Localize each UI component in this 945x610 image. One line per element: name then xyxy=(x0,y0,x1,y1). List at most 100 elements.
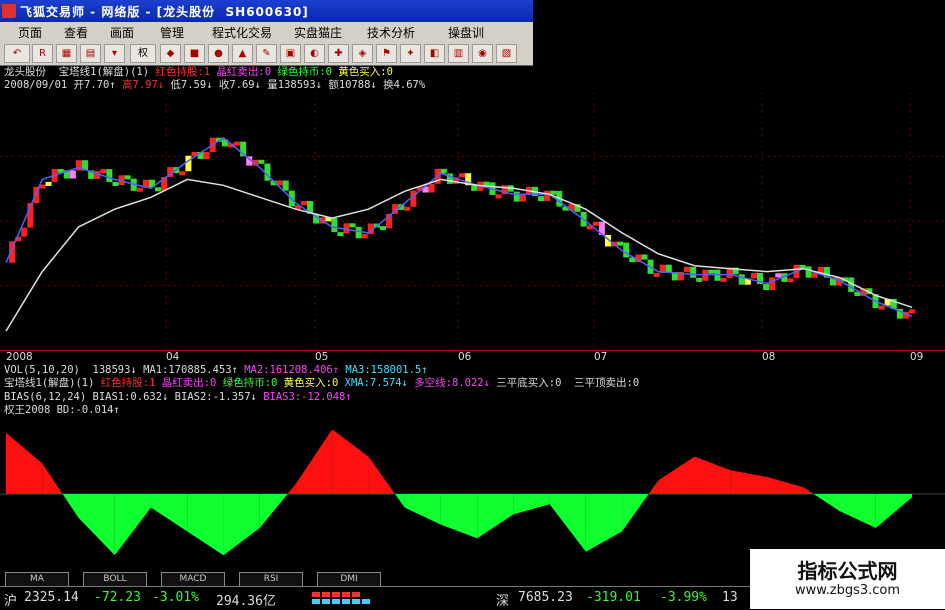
menu-training[interactable]: 操盘训 xyxy=(448,24,484,41)
sh-index: 2325.14 xyxy=(24,590,79,605)
toolbar-tool-11[interactable]: ✦ xyxy=(400,44,421,63)
toolbar-tool-1[interactable]: ◆ xyxy=(160,44,181,63)
tower-segment: 黄色买入:0 xyxy=(283,377,345,389)
osc-area-negative xyxy=(150,494,188,532)
tower-bar xyxy=(495,194,502,199)
tab-macd[interactable]: MACD xyxy=(161,572,225,587)
bias-segment: BIAS(6,12,24) BIAS1:0.632↓ BIAS2:-1.357↓ xyxy=(4,391,264,403)
tower-bar xyxy=(45,181,52,186)
sh-pct: -3.01% xyxy=(152,590,199,605)
tower-bar xyxy=(112,181,119,186)
tower-bar xyxy=(179,171,186,176)
rsi-button[interactable]: R xyxy=(32,44,53,63)
tower-bar xyxy=(234,141,241,146)
toolbar-tool-12[interactable]: ◧ xyxy=(424,44,445,63)
date-label: 07 xyxy=(594,351,608,363)
long-short-line xyxy=(5,178,913,332)
toolbar-tool-13[interactable]: ▥ xyxy=(448,44,469,63)
menu-program-trade[interactable]: 程式化交易 xyxy=(212,24,272,41)
toolbar-tool-9[interactable]: ◈ xyxy=(352,44,373,63)
tab-dmi[interactable]: DMI xyxy=(317,572,381,587)
tower-bar xyxy=(155,187,162,192)
tab-rsi[interactable]: RSI xyxy=(239,572,303,587)
osc-area-positive xyxy=(295,429,333,494)
watermark: 指标公式网 www.zbgs3.com xyxy=(750,549,945,609)
oscillator-chart[interactable] xyxy=(0,418,945,570)
tower-bar xyxy=(878,305,885,310)
book-icon-button[interactable]: ▤ xyxy=(80,44,101,63)
toolbar-tool-3[interactable]: ● xyxy=(208,44,229,63)
sh-amount: 294.36亿 xyxy=(216,594,276,609)
date-label: 09 xyxy=(910,351,924,363)
tower-bar xyxy=(708,269,715,274)
tower-bar xyxy=(738,274,745,285)
toolbar-tool-5[interactable]: ✎ xyxy=(256,44,277,63)
tower-bar xyxy=(805,266,812,278)
toolbar-tool-10[interactable]: ⚑ xyxy=(376,44,397,63)
date-axis: 2008 04 05 06 07 08 09 xyxy=(0,350,945,364)
back-button[interactable]: ↶ xyxy=(4,44,30,63)
toolbar-tool-14[interactable]: ◉ xyxy=(472,44,493,63)
tower-bar xyxy=(428,183,435,193)
tab-boll[interactable]: BOLL xyxy=(83,572,147,587)
toolbar-tool-8[interactable]: ✚ xyxy=(328,44,349,63)
osc-area-positive xyxy=(332,429,369,494)
vol-segment: VOL(5,10,20) 138593↓ xyxy=(4,364,144,376)
tower-bar xyxy=(690,266,697,278)
tower-bar xyxy=(69,170,76,179)
chart-button[interactable]: ▦ xyxy=(56,44,77,63)
toolbar-tool-6[interactable]: ▣ xyxy=(280,44,301,63)
tower-bar xyxy=(684,266,691,272)
menu-manage[interactable]: 管理 xyxy=(160,24,184,41)
tower-bar xyxy=(337,232,344,237)
tower-bar xyxy=(519,194,526,202)
tower-bar xyxy=(653,272,660,277)
osc-area-segment xyxy=(803,487,814,494)
tower-bar xyxy=(513,191,520,202)
sz-extra: 13 xyxy=(722,590,738,605)
tower-bar xyxy=(909,309,915,314)
menu-page[interactable]: 页面 xyxy=(18,24,42,41)
tower-bar xyxy=(483,181,490,186)
stock-header-line2: 2008/09/01 开7.70↑ 高7.97↓ 低7.59↓ 收7.69↓ 量… xyxy=(4,79,425,92)
tower-bar xyxy=(769,277,776,291)
tower-segment: 三平底买入:0 三平顶卖出:0 xyxy=(496,377,640,389)
osc-area-positive xyxy=(6,432,43,494)
osc-area-positive xyxy=(658,456,695,494)
price-chart[interactable] xyxy=(0,92,945,350)
market-breadth-bar xyxy=(312,592,370,604)
tower-bar xyxy=(404,206,411,211)
osc-area-segment xyxy=(394,494,405,508)
osc-area-positive xyxy=(694,456,731,494)
toolbar-tool-15[interactable]: ▧ xyxy=(496,44,517,63)
osc-area-segment xyxy=(259,494,288,528)
dropdown-button[interactable]: ▾ xyxy=(104,44,125,63)
menu-view[interactable]: 查看 xyxy=(64,24,88,41)
tower-bar xyxy=(331,218,338,233)
sz-index: 7685.23 xyxy=(518,590,573,605)
tower-bar xyxy=(641,254,648,260)
osc-area-negative xyxy=(585,494,623,552)
header1-segment: 晶红卖出:0 xyxy=(216,66,278,78)
vol-indicator-line: VOL(5,10,20) 138593↓ MA1:170885.453↑ MA2… xyxy=(4,364,428,377)
osc-area-negative xyxy=(477,494,514,539)
toolbar-tool-2[interactable]: ■ xyxy=(184,44,205,63)
vol-segment: MA3:158001.5↑ xyxy=(345,364,428,376)
menu-tech-analysis[interactable]: 技术分析 xyxy=(367,24,415,41)
toolbar-tool-7[interactable]: ◐ xyxy=(304,44,325,63)
toolbar-tool-4[interactable]: ▲ xyxy=(232,44,253,63)
menu-canvas[interactable]: 画面 xyxy=(110,24,134,41)
tower-bar xyxy=(300,201,307,206)
osc-area-negative xyxy=(440,494,478,539)
tower-segment: 晶红卖出:0 xyxy=(161,377,223,389)
menu-live-trade[interactable]: 实盘猫庄 xyxy=(294,24,342,41)
tower-bar xyxy=(720,277,727,282)
header1-segment: 黄色买入:0 xyxy=(338,66,393,78)
sh-label: 沪 xyxy=(4,594,18,609)
rights-button[interactable]: 权 xyxy=(130,44,156,63)
tower-bar xyxy=(379,226,386,231)
tab-ma[interactable]: MA xyxy=(5,572,69,587)
tower-bar xyxy=(355,226,362,239)
tower-bar xyxy=(787,278,794,283)
osc-area-segment xyxy=(42,463,63,494)
